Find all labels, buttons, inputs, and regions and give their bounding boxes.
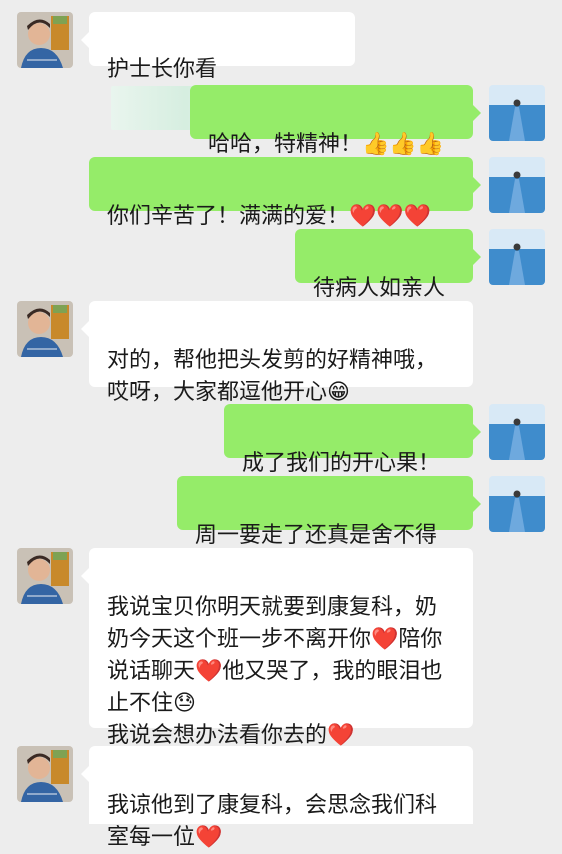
message-bubble[interactable]: 我说宝贝你明天就要到康复科，奶 奶今天这个班一步不离开你❤️陪你 说话聊天❤️他… (81, 548, 473, 748)
message-text: 待病人如亲人 (313, 276, 446, 301)
message-bubble[interactable]: 待病人如亲人 (295, 229, 481, 301)
self-avatar[interactable] (489, 229, 545, 285)
message-bubble[interactable]: 对的，帮他把头发剪的好精神哦， 哎呀，大家都逗他开心😁 (81, 301, 473, 405)
message-text: 你们辛苦了！满满的爱！❤️❤️❤️ (107, 204, 432, 229)
message-text: 我说宝贝你明天就要到康复科，奶 奶今天这个班一步不离开你❤️陪你 说话聊天❤️他… (107, 595, 443, 748)
message-text: 护士长你看 (107, 57, 218, 82)
self-avatar[interactable] (489, 157, 545, 213)
message-text: 成了我们的开心果！ (242, 451, 441, 476)
message-bubble[interactable]: 成了我们的开心果！ (224, 404, 481, 476)
sender-avatar[interactable] (17, 746, 73, 802)
message-text: 我谅他到了康复科，会思念我们科 室每一位❤️ (107, 793, 438, 850)
message-bubble[interactable]: 护士长你看 (81, 12, 355, 130)
sender-avatar[interactable] (17, 548, 73, 604)
message-bubble[interactable]: 你们辛苦了！满满的爱！❤️❤️❤️ (89, 157, 481, 229)
sender-avatar[interactable] (17, 301, 73, 357)
message-text: 周一要走了还真是舍不得 (195, 523, 438, 548)
self-avatar[interactable] (489, 476, 545, 532)
chat-window: 护士长你看 哈哈，特精神！👍👍👍 你们辛苦了！满满的爱！❤️❤️❤️ 待病人如亲… (0, 0, 562, 850)
message-bubble[interactable]: 我谅他到了康复科，会思念我们科 室每一位❤️ (81, 746, 473, 850)
self-avatar[interactable] (489, 85, 545, 141)
sender-avatar[interactable] (17, 12, 73, 68)
self-avatar[interactable] (489, 404, 545, 460)
message-bubble[interactable]: 周一要走了还真是舍不得 (177, 476, 481, 548)
message-text: 对的，帮他把头发剪的好精神哦， 哎呀，大家都逗他开心😁 (107, 348, 438, 405)
message-text: 哈哈，特精神！👍👍👍 (208, 132, 445, 157)
message-bubble[interactable]: 哈哈，特精神！👍👍👍 (190, 85, 481, 157)
